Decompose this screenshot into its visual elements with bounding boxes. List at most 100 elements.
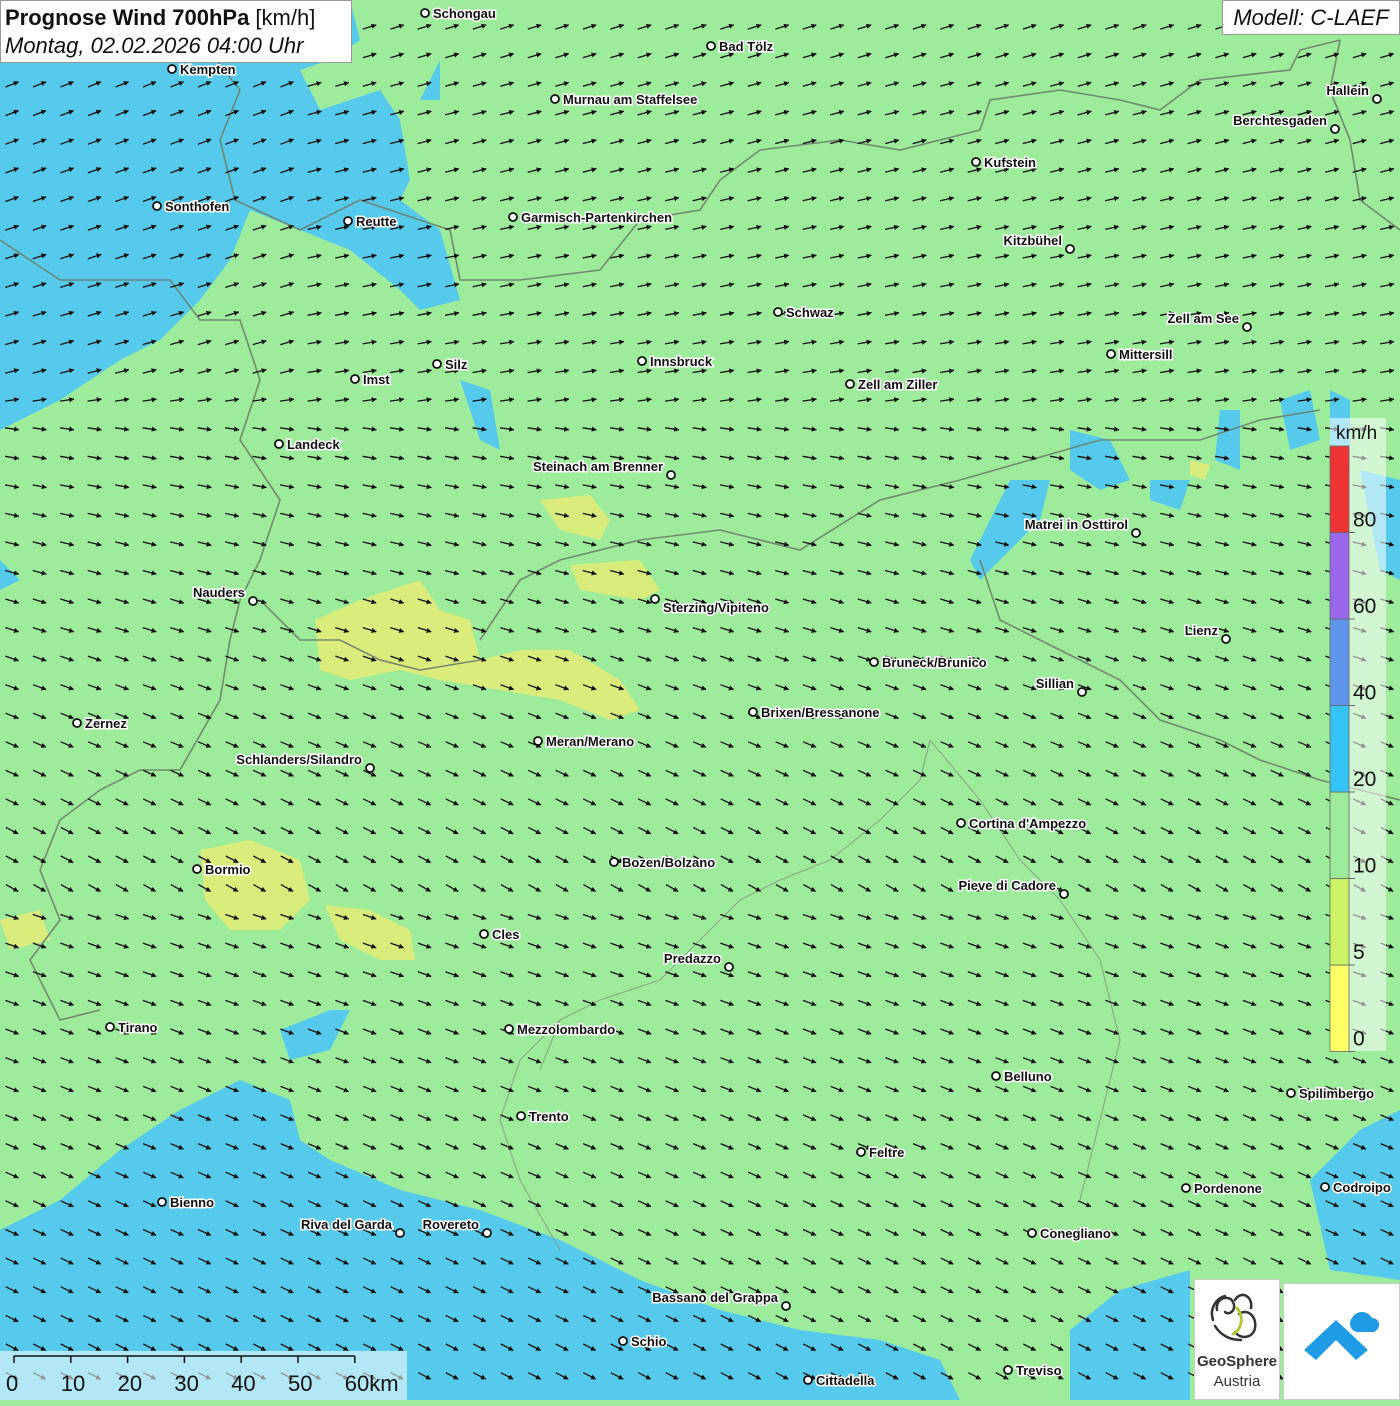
city-name: Sillian — [1036, 676, 1074, 691]
city-dot — [1027, 1228, 1037, 1238]
city-dot — [666, 470, 676, 480]
city-name: Cles — [492, 927, 519, 942]
city-name: Pieve di Cadore — [958, 878, 1056, 893]
city-name: Trento — [529, 1109, 569, 1124]
city-name: Bozen/Bolzano — [622, 855, 715, 870]
city-dot — [504, 1024, 514, 1034]
scale-label: 40 — [231, 1371, 255, 1396]
legend-label: 10 — [1353, 855, 1376, 878]
city-dot — [508, 212, 518, 222]
city-name: Cortina d'Ampezzo — [969, 816, 1086, 831]
city-dot — [167, 64, 177, 74]
city-marker[interactable]: Murnau am Staffelsee — [550, 91, 699, 109]
city-name: Bormio — [205, 862, 251, 877]
legend-color-band — [1329, 878, 1350, 966]
city-name: Imst — [363, 372, 390, 387]
city-dot — [971, 157, 981, 167]
city-dot — [479, 929, 489, 939]
city-marker[interactable]: Conegliano — [1027, 1225, 1112, 1243]
city-marker[interactable]: Innsbruck — [637, 353, 714, 371]
city-name: Lienz — [1185, 623, 1219, 638]
city-dot — [1286, 1088, 1296, 1098]
city-dot — [1181, 1183, 1191, 1193]
city-dot — [350, 374, 360, 384]
legend-label: 40 — [1353, 682, 1376, 705]
city-dot — [650, 594, 660, 604]
weather-app-logo[interactable] — [1283, 1283, 1400, 1400]
city-name: Landeck — [287, 437, 341, 452]
map-title: Prognose Wind 700hPa [km/h] — [5, 4, 347, 32]
city-name: Schlanders/Silandro — [236, 752, 362, 767]
legend-label: 80 — [1353, 509, 1376, 532]
city-name: Zell am Ziller — [858, 377, 937, 392]
model-label: Modell: C-LAEF — [1222, 0, 1400, 35]
city-dot — [773, 307, 783, 317]
city-name: Bad Tölz — [719, 39, 774, 54]
city-name: Sonthofen — [165, 199, 229, 214]
scale-bar-graphic: 0 10 20 30 40 50 60km — [6, 1355, 399, 1396]
geosphere-logo[interactable]: GeoSphere Austria — [1194, 1279, 1280, 1400]
city-name: Hallein — [1326, 83, 1369, 98]
title-main: Prognose Wind 700hPa — [5, 5, 250, 30]
legend-scale: 0 5 10 20 40 60 80 — [1329, 445, 1376, 1052]
city-dot — [748, 707, 758, 717]
city-dot — [706, 41, 716, 51]
geosphere-logo-country: Austria — [1213, 1373, 1261, 1390]
scale-label: 60km — [345, 1371, 399, 1396]
city-marker[interactable]: Brixen/Bressanone — [748, 704, 881, 722]
legend-color-band — [1329, 532, 1350, 620]
city-dot — [1106, 349, 1116, 359]
city-name: Silz — [445, 357, 468, 372]
city-name: Innsbruck — [650, 354, 713, 369]
scale-label: 20 — [118, 1371, 142, 1396]
city-marker[interactable]: Schongau — [420, 5, 497, 23]
legend-label: 60 — [1353, 595, 1376, 618]
city-marker[interactable]: Spilimbergo — [1286, 1085, 1376, 1103]
city-marker[interactable]: Bozen/Bolzano — [609, 854, 717, 872]
city-dot — [803, 1375, 813, 1385]
city-marker[interactable]: Pordenone — [1181, 1180, 1263, 1198]
city-name: Zernez — [85, 716, 127, 731]
city-name: Mittersill — [1119, 347, 1172, 362]
city-dot — [724, 962, 734, 972]
wind-map[interactable]: Schongau Bad Tölz Kempten Murnau am Staffel… — [0, 0, 1400, 1400]
city-name: Schio — [631, 1334, 666, 1349]
scale-label: 50 — [288, 1371, 312, 1396]
geosphere-logo-icon — [1210, 1293, 1257, 1342]
city-name: Kitzbühel — [1004, 233, 1063, 248]
legend-label: 0 — [1353, 1028, 1365, 1051]
city-dot — [1003, 1365, 1013, 1375]
city-name: Schongau — [433, 6, 496, 21]
city-name: Bruneck/Brunico — [882, 655, 987, 670]
city-marker[interactable]: Garmisch-Partenkirchen — [508, 209, 674, 227]
city-name: Matrei in Osttirol — [1025, 517, 1128, 532]
city-dot — [1372, 94, 1382, 104]
city-dot — [343, 216, 353, 226]
city-dot — [105, 1022, 115, 1032]
city-dot — [869, 657, 879, 667]
city-dot — [550, 94, 560, 104]
city-name: Reutte — [356, 214, 396, 229]
city-name: Conegliano — [1040, 1226, 1111, 1241]
city-marker[interactable]: Bruneck/Brunico — [869, 654, 988, 672]
city-marker[interactable]: Mezzolombardo — [504, 1021, 617, 1039]
city-dot — [533, 736, 543, 746]
city-name: Treviso — [1016, 1363, 1062, 1378]
title-box: Prognose Wind 700hPa [km/h] Montag, 02.0… — [0, 0, 352, 63]
city-name: Murnau am Staffelsee — [563, 92, 697, 107]
city-marker[interactable]: Meran/Merano — [533, 733, 636, 751]
city-name: Sterzing/Vipiteno — [663, 600, 769, 615]
city-dot — [482, 1228, 492, 1238]
city-name: Tirano — [118, 1020, 158, 1035]
legend-label: 20 — [1353, 768, 1376, 791]
forecast-time: Montag, 02.02.2026 04:00 Uhr — [5, 33, 304, 58]
city-marker[interactable]: Zell am Ziller — [845, 376, 939, 394]
city-name: Pordenone — [1194, 1181, 1262, 1196]
city-marker[interactable]: Sonthofen — [152, 198, 231, 216]
city-marker[interactable]: Cortina d'Ampezzo — [956, 815, 1088, 833]
city-dot — [516, 1111, 526, 1121]
city-dot — [856, 1147, 866, 1157]
city-dot — [845, 379, 855, 389]
city-name: Predazzo — [664, 951, 721, 966]
city-dot — [1320, 1182, 1330, 1192]
